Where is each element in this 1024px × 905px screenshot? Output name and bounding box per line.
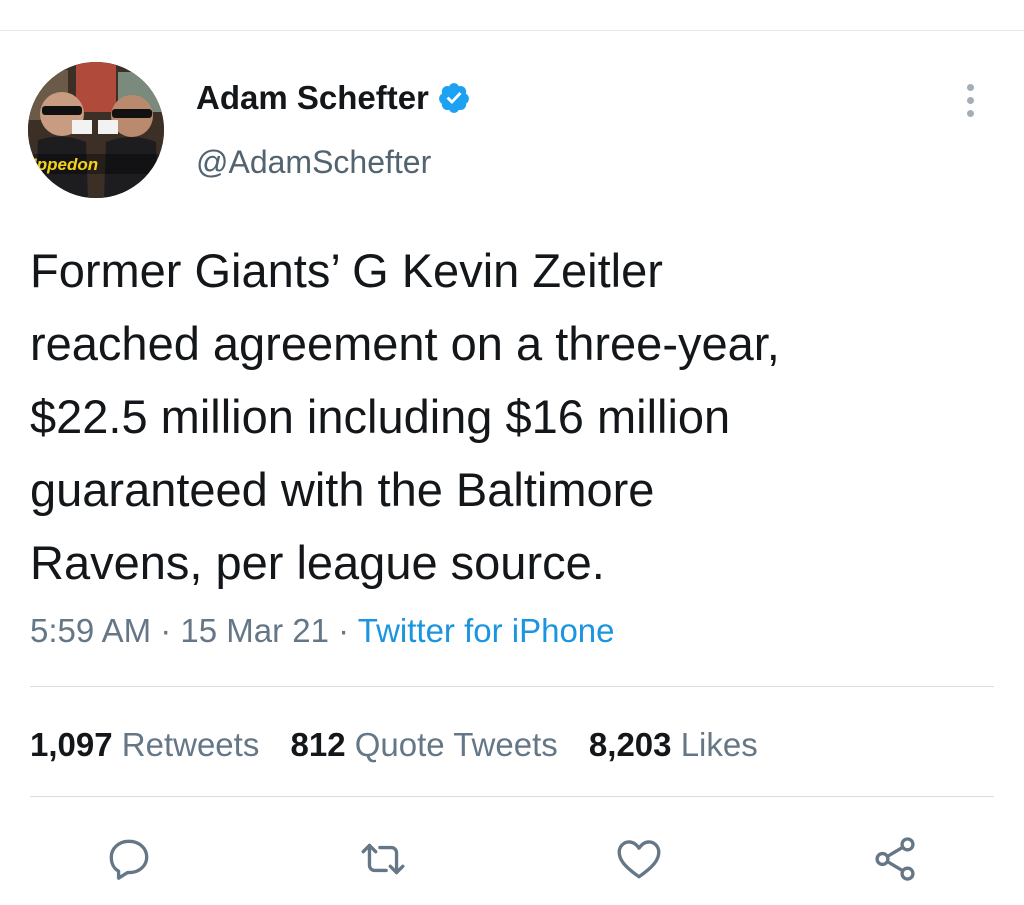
tweet-text: Former Giants’ G Kevin Zeitler reached a…	[30, 244, 780, 589]
avatar-banner-text: Ippedon	[32, 155, 98, 174]
quote-tweets-count: 812	[290, 726, 346, 763]
author-name[interactable]: Adam Schefter	[196, 76, 429, 120]
meta-dot: ·	[329, 612, 358, 649]
avatar[interactable]: Ippedon	[28, 62, 164, 198]
heart-icon[interactable]	[614, 834, 664, 884]
tweet-date[interactable]: 15 Mar 21	[180, 612, 329, 649]
avatar-image: Ippedon	[28, 62, 164, 198]
likes-stat[interactable]: 8,203 Likes	[589, 722, 758, 768]
reply-icon[interactable]	[104, 834, 154, 884]
tweet-time[interactable]: 5:59 AM	[30, 612, 151, 649]
meta-dot: ·	[151, 612, 181, 649]
quote-tweets-stat[interactable]: 812 Quote Tweets	[291, 722, 558, 768]
likes-count: 8,203	[588, 726, 672, 763]
retweets-count: 1,097	[30, 726, 113, 763]
quote-tweets-label: Quote Tweets	[354, 726, 558, 763]
tweet-meta: 5:59 AM · 15 Mar 21 · Twitter for iPhone	[30, 608, 615, 654]
top-divider	[0, 30, 1024, 31]
share-icon[interactable]	[870, 834, 920, 884]
tweet-source-link[interactable]: Twitter for iPhone	[358, 612, 615, 649]
tweet-stats: 1,097 Retweets 812 Quote Tweets 8,203 Li…	[30, 722, 780, 768]
divider	[30, 796, 994, 797]
more-vertical-icon[interactable]	[960, 84, 980, 124]
divider	[30, 686, 994, 687]
author-handle[interactable]: @AdamSchefter	[196, 140, 431, 184]
author-name-row[interactable]: Adam Schefter	[196, 76, 471, 120]
retweet-icon[interactable]	[358, 834, 408, 884]
retweets-label: Retweets	[121, 726, 260, 763]
verified-badge-icon	[437, 81, 471, 115]
retweets-stat[interactable]: 1,097 Retweets	[30, 722, 259, 768]
likes-label: Likes	[680, 726, 758, 763]
